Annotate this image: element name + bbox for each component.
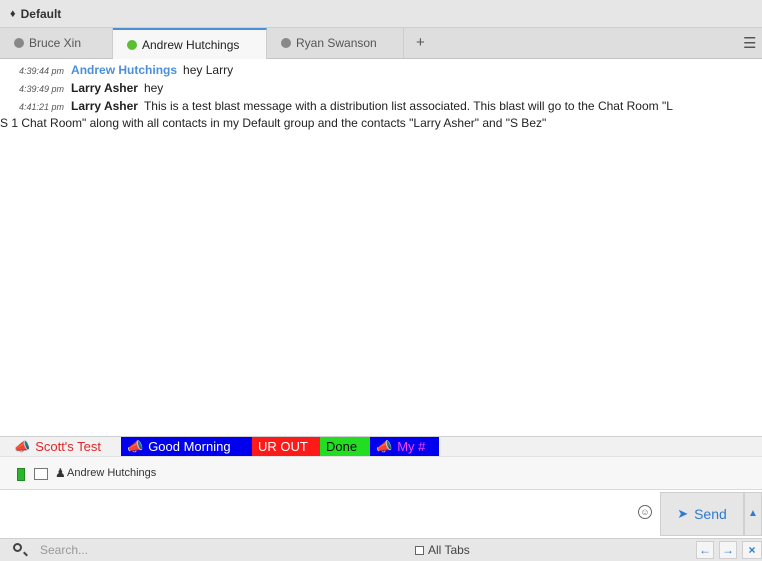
message-time: 4:41:21 pm xyxy=(19,102,65,112)
quick-reply-ur-out[interactable]: UR OUT xyxy=(252,437,320,456)
quick-reply-label: Done xyxy=(326,439,358,454)
contact-name: Andrew Hutchings xyxy=(67,467,157,479)
message-sender: Andrew Hutchings xyxy=(71,63,178,77)
quick-reply-label: Good Morning xyxy=(148,439,231,454)
hamburger-menu-icon[interactable]: ☰ xyxy=(743,34,756,52)
search-icon xyxy=(13,543,22,552)
tab-ryan-swanson[interactable]: Ryan Swanson xyxy=(267,28,404,58)
message-continuation: S 1 Chat Room" along with all contacts i… xyxy=(0,116,547,130)
tab-label: Bruce Xin xyxy=(29,36,82,50)
previous-arrow-icon[interactable]: ← xyxy=(696,541,714,559)
tab-bruce-xin[interactable]: Bruce Xin xyxy=(0,28,113,58)
quick-reply-label: My # xyxy=(397,439,426,454)
quick-reply-label: UR OUT xyxy=(258,439,308,454)
paper-plane-icon: ➤ xyxy=(677,506,689,521)
message-row: 4:39:49 pm Larry Asher hey xyxy=(0,80,163,97)
quick-reply-done[interactable]: Done xyxy=(320,437,370,456)
next-arrow-icon[interactable]: → xyxy=(719,541,737,559)
megaphone-icon: 📣 xyxy=(127,438,144,454)
all-tabs-label: All Tabs xyxy=(428,543,470,557)
tab-andrew-hutchings[interactable]: Andrew Hutchings xyxy=(113,28,267,59)
screen-share-icon[interactable] xyxy=(34,468,48,480)
tag-icon: ♦ xyxy=(10,7,16,20)
message-sender: Larry Asher xyxy=(71,81,138,95)
window-title: Default xyxy=(20,6,62,21)
message-text: This is a test blast message with a dist… xyxy=(143,99,673,113)
quick-reply-scotts-test[interactable]: 📣 Scott's Test xyxy=(8,437,121,456)
message-time: 4:39:44 pm xyxy=(19,66,65,76)
message-text: hey xyxy=(143,81,164,95)
message-time: 4:39:49 pm xyxy=(19,84,65,94)
all-tabs-toggle[interactable]: All Tabs xyxy=(415,543,470,557)
close-icon[interactable]: × xyxy=(742,541,762,559)
window-titlebar: ♦ Default xyxy=(0,0,762,28)
add-tab-button[interactable]: + xyxy=(416,34,425,51)
quick-reply-good-morning[interactable]: 📣 Good Morning xyxy=(121,437,252,456)
person-icon: ♟ xyxy=(55,466,66,480)
presence-indicator-icon xyxy=(17,468,25,481)
message-text: hey Larry xyxy=(183,63,234,77)
tab-label: Andrew Hutchings xyxy=(142,37,240,52)
tab-bar: Bruce Xin Andrew Hutchings Ryan Swanson … xyxy=(0,28,762,59)
message-row: 4:39:44 pm Andrew Hutchings hey Larry xyxy=(0,62,233,79)
send-options-button[interactable]: ▲ xyxy=(744,492,762,536)
contact-info-row: ♟ Andrew Hutchings xyxy=(0,456,762,490)
status-dot-icon xyxy=(14,38,24,48)
emoji-icon[interactable]: ☺ xyxy=(638,505,652,519)
all-tabs-checkbox[interactable] xyxy=(415,545,424,555)
search-input[interactable] xyxy=(40,541,370,559)
message-row: 4:41:21 pm Larry Asher This is a test blas… xyxy=(0,98,673,115)
compose-area[interactable]: ☺ ➤ Send ▲ xyxy=(0,490,762,538)
tab-label: Ryan Swanson xyxy=(296,36,377,50)
send-label: Send xyxy=(694,506,727,522)
send-button[interactable]: ➤ Send xyxy=(660,492,744,536)
quick-reply-label: Scott's Test xyxy=(35,439,102,454)
quick-reply-bar: 📣 Scott's Test 📣 Good Morning UR OUT Don… xyxy=(0,436,762,456)
message-sender: Larry Asher xyxy=(71,99,138,113)
chat-messages: 4:39:44 pm Andrew Hutchings hey Larry 4:39… xyxy=(0,60,762,436)
bottom-bar: All Tabs ← → × xyxy=(0,538,762,561)
megaphone-icon: 📣 xyxy=(14,438,31,454)
megaphone-icon: 📣 xyxy=(376,438,393,454)
quick-reply-my-number[interactable]: 📣 My # xyxy=(370,437,439,456)
status-dot-icon xyxy=(281,38,291,48)
status-dot-icon xyxy=(127,39,137,50)
